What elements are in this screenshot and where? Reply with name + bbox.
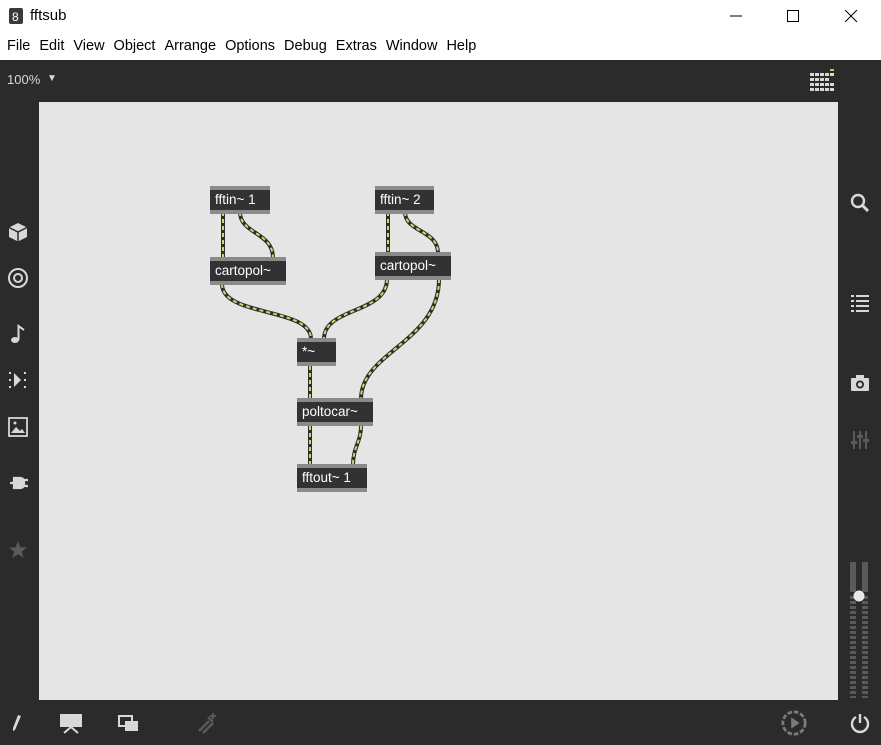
- cube-icon[interactable]: [6, 220, 30, 244]
- fftin-2-object[interactable]: fftin~ 2: [375, 186, 434, 214]
- image-icon[interactable]: [6, 415, 30, 439]
- menu-view[interactable]: View: [69, 32, 109, 60]
- fftin-1-label: fftin~ 1: [215, 192, 256, 207]
- minimize-icon: [730, 15, 742, 17]
- menu-bar: File Edit View Object Arrange Options De…: [0, 32, 881, 60]
- fftin-1-object[interactable]: fftin~ 1: [210, 186, 270, 214]
- cartopol-2-object[interactable]: cartopol~: [375, 252, 451, 280]
- left-sidebar: [0, 102, 39, 700]
- svg-text:8: 8: [12, 10, 19, 24]
- windows-icon[interactable]: [115, 709, 143, 737]
- menu-debug[interactable]: Debug: [280, 32, 332, 60]
- zoom-dropdown-arrow[interactable]: ▼: [47, 73, 57, 84]
- close-icon: [844, 9, 858, 23]
- patch-cord-highlight: [360, 278, 440, 400]
- patch-cord[interactable]: [322, 278, 389, 340]
- music-note-icon[interactable]: [6, 322, 30, 346]
- poltocar-label: poltocar~: [302, 404, 358, 419]
- multiply-object[interactable]: *~: [297, 338, 336, 366]
- fftout-label: fftout~ 1: [302, 470, 351, 485]
- patch-cord[interactable]: [403, 211, 440, 254]
- star-icon[interactable]: [6, 538, 30, 562]
- volume-meter[interactable]: [848, 562, 870, 699]
- step-forward-icon[interactable]: [6, 368, 30, 392]
- menu-object[interactable]: Object: [110, 32, 161, 60]
- poltocar-object[interactable]: poltocar~: [297, 398, 373, 426]
- right-sidebar: [838, 102, 881, 700]
- max-app-icon: 8: [9, 8, 23, 24]
- search-icon[interactable]: [848, 191, 872, 215]
- title-bar: 8 fftsub: [0, 0, 881, 32]
- window-title: fftsub: [30, 7, 67, 24]
- close-button[interactable]: [822, 0, 880, 32]
- minimize-button[interactable]: [707, 0, 765, 32]
- cartopol-1-object[interactable]: cartopol~: [210, 257, 286, 285]
- menu-options[interactable]: Options: [221, 32, 280, 60]
- menu-arrange[interactable]: Arrange: [160, 32, 221, 60]
- patch-cord[interactable]: [351, 425, 363, 466]
- play-circle-icon[interactable]: [780, 709, 808, 737]
- bottom-toolbar: [0, 700, 881, 745]
- top-toolbar: 100% ▼: [0, 60, 881, 102]
- menu-file[interactable]: File: [3, 32, 35, 60]
- zoom-level[interactable]: 100%: [7, 72, 40, 87]
- power-icon[interactable]: [846, 709, 874, 737]
- attach-icon[interactable]: [193, 709, 221, 737]
- patch-cord-highlight: [221, 283, 312, 340]
- patch-cord[interactable]: [359, 278, 441, 400]
- mixer-icon[interactable]: [848, 428, 872, 452]
- patcher-canvas[interactable]: fftin~ 1 fftin~ 2 cartopol~ cartopol~ *~…: [39, 102, 838, 700]
- cartopol-2-label: cartopol~: [380, 258, 436, 273]
- patch-cables: [220, 211, 441, 466]
- pencil-icon[interactable]: [1, 709, 29, 737]
- fftout-object[interactable]: fftout~ 1: [297, 464, 367, 492]
- maximize-button[interactable]: [764, 0, 822, 32]
- camera-icon[interactable]: [848, 371, 872, 395]
- patch-cord[interactable]: [238, 211, 275, 259]
- target-icon[interactable]: [6, 266, 30, 290]
- menu-window[interactable]: Window: [382, 32, 443, 60]
- plug-icon[interactable]: [6, 471, 30, 495]
- fftin-2-label: fftin~ 2: [380, 192, 421, 207]
- list-icon[interactable]: [848, 291, 872, 315]
- cartopol-1-label: cartopol~: [215, 263, 271, 278]
- menu-help[interactable]: Help: [442, 32, 481, 60]
- multiply-label: *~: [302, 344, 316, 359]
- presentation-grid-icon[interactable]: [808, 69, 836, 95]
- maximize-icon: [787, 10, 799, 22]
- presentation-icon[interactable]: [57, 709, 85, 737]
- volume-slider-handle[interactable]: [853, 590, 865, 602]
- menu-extras[interactable]: Extras: [332, 32, 382, 60]
- menu-edit[interactable]: Edit: [35, 32, 69, 60]
